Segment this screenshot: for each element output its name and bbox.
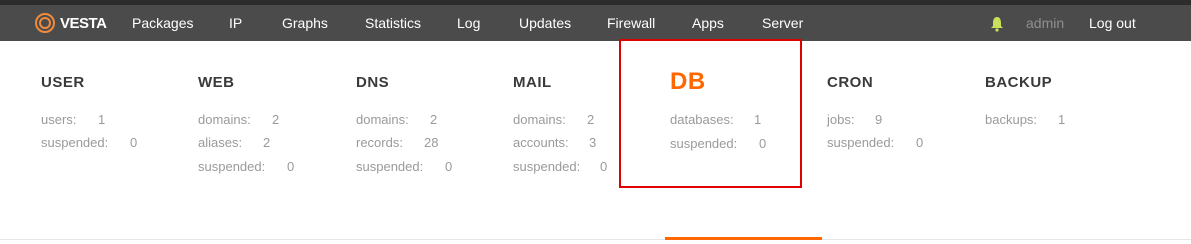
stat-row: backups: 1	[985, 112, 1065, 127]
panel-title: CRON	[827, 74, 874, 91]
panel-backup[interactable]: BACKUP backups: 1	[985, 41, 1142, 231]
panel-title: DB	[670, 68, 706, 95]
vesta-logo-icon	[35, 13, 55, 33]
stat-row: suspended: 0	[41, 135, 137, 150]
stat-row: suspended: 0	[198, 159, 294, 174]
stat-value: 0	[759, 136, 767, 151]
logo-text: VESTA	[60, 14, 107, 32]
stat-value: 2	[272, 112, 280, 127]
panel-cron[interactable]: CRON jobs: 9 suspended: 0	[827, 41, 984, 231]
stat-row: records: 28	[356, 135, 438, 150]
stat-row: domains: 2	[356, 112, 437, 127]
nav-apps[interactable]: Apps	[692, 5, 724, 41]
stat-row: jobs: 9	[827, 112, 882, 127]
stat-row: suspended: 0	[827, 135, 923, 150]
stat-value: 1	[754, 112, 762, 127]
stat-label: users:	[41, 112, 77, 127]
stat-label: aliases:	[198, 135, 243, 150]
stat-value: 9	[875, 112, 883, 127]
panel-title: BACKUP	[985, 74, 1053, 91]
stat-row: suspended: 0	[670, 136, 766, 151]
stat-label: domains:	[513, 112, 566, 127]
nav-graphs[interactable]: Graphs	[282, 5, 328, 41]
stat-value: 2	[430, 112, 438, 127]
stat-label: jobs:	[827, 112, 855, 127]
stat-label: accounts:	[513, 135, 569, 150]
bell-icon[interactable]	[990, 16, 1004, 32]
panel-user[interactable]: USER users: 1 suspended: 0	[41, 41, 198, 231]
nav-logout[interactable]: Log out	[1089, 5, 1136, 41]
nav-statistics[interactable]: Statistics	[365, 5, 421, 41]
active-tab-underline	[665, 237, 822, 240]
panel-title: MAIL	[513, 74, 552, 91]
panel-title: USER	[41, 74, 85, 91]
stat-value: 1	[1058, 112, 1066, 127]
stat-value: 0	[287, 159, 295, 174]
stat-value: 0	[130, 135, 138, 150]
stat-value: 28	[424, 135, 439, 150]
nav-ip[interactable]: IP	[229, 5, 242, 41]
stat-value: 0	[600, 159, 608, 174]
stat-row: domains: 2	[198, 112, 279, 127]
stat-row: suspended: 0	[356, 159, 452, 174]
stat-row: users: 1	[41, 112, 105, 127]
bottom-divider	[0, 239, 1191, 240]
nav-server[interactable]: Server	[762, 5, 803, 41]
stat-label: databases:	[670, 112, 734, 127]
nav-firewall[interactable]: Firewall	[607, 5, 655, 41]
stat-label: suspended:	[513, 159, 581, 174]
stat-row: domains: 2	[513, 112, 594, 127]
stat-value: 0	[445, 159, 453, 174]
vesta-logo[interactable]: VESTA	[34, 12, 107, 34]
stat-label: suspended:	[41, 135, 109, 150]
stat-label: suspended:	[356, 159, 424, 174]
stat-row: aliases: 2	[198, 135, 270, 150]
stat-value: 2	[587, 112, 595, 127]
panel-title: WEB	[198, 74, 235, 91]
stat-value: 1	[98, 112, 106, 127]
stat-label: records:	[356, 135, 403, 150]
stat-row: suspended: 0	[513, 159, 607, 174]
stat-label: domains:	[356, 112, 409, 127]
stat-label: suspended:	[198, 159, 266, 174]
panel-mail[interactable]: MAIL domains: 2 accounts: 3 suspended: 0	[513, 41, 670, 231]
nav-user[interactable]: admin	[1026, 5, 1064, 41]
stat-label: domains:	[198, 112, 251, 127]
nav-log[interactable]: Log	[457, 5, 480, 41]
panel-web[interactable]: WEB domains: 2 aliases: 2 suspended: 0	[198, 41, 355, 231]
stat-value: 0	[916, 135, 924, 150]
top-navbar: VESTA Packages IP Graphs Statistics Log …	[0, 5, 1191, 41]
stat-label: suspended:	[670, 136, 738, 151]
stat-value: 3	[589, 135, 597, 150]
stat-label: backups:	[985, 112, 1038, 127]
panel-title: DNS	[356, 74, 390, 91]
stat-label: suspended:	[827, 135, 895, 150]
nav-packages[interactable]: Packages	[132, 5, 193, 41]
stat-value: 2	[263, 135, 271, 150]
nav-updates[interactable]: Updates	[519, 5, 571, 41]
panel-db[interactable]: DB databases: 1 suspended: 0	[670, 41, 827, 231]
panel-dns[interactable]: DNS domains: 2 records: 28 suspended: 0	[356, 41, 513, 231]
stat-row: databases: 1	[670, 112, 761, 127]
stat-row: accounts: 3	[513, 135, 596, 150]
